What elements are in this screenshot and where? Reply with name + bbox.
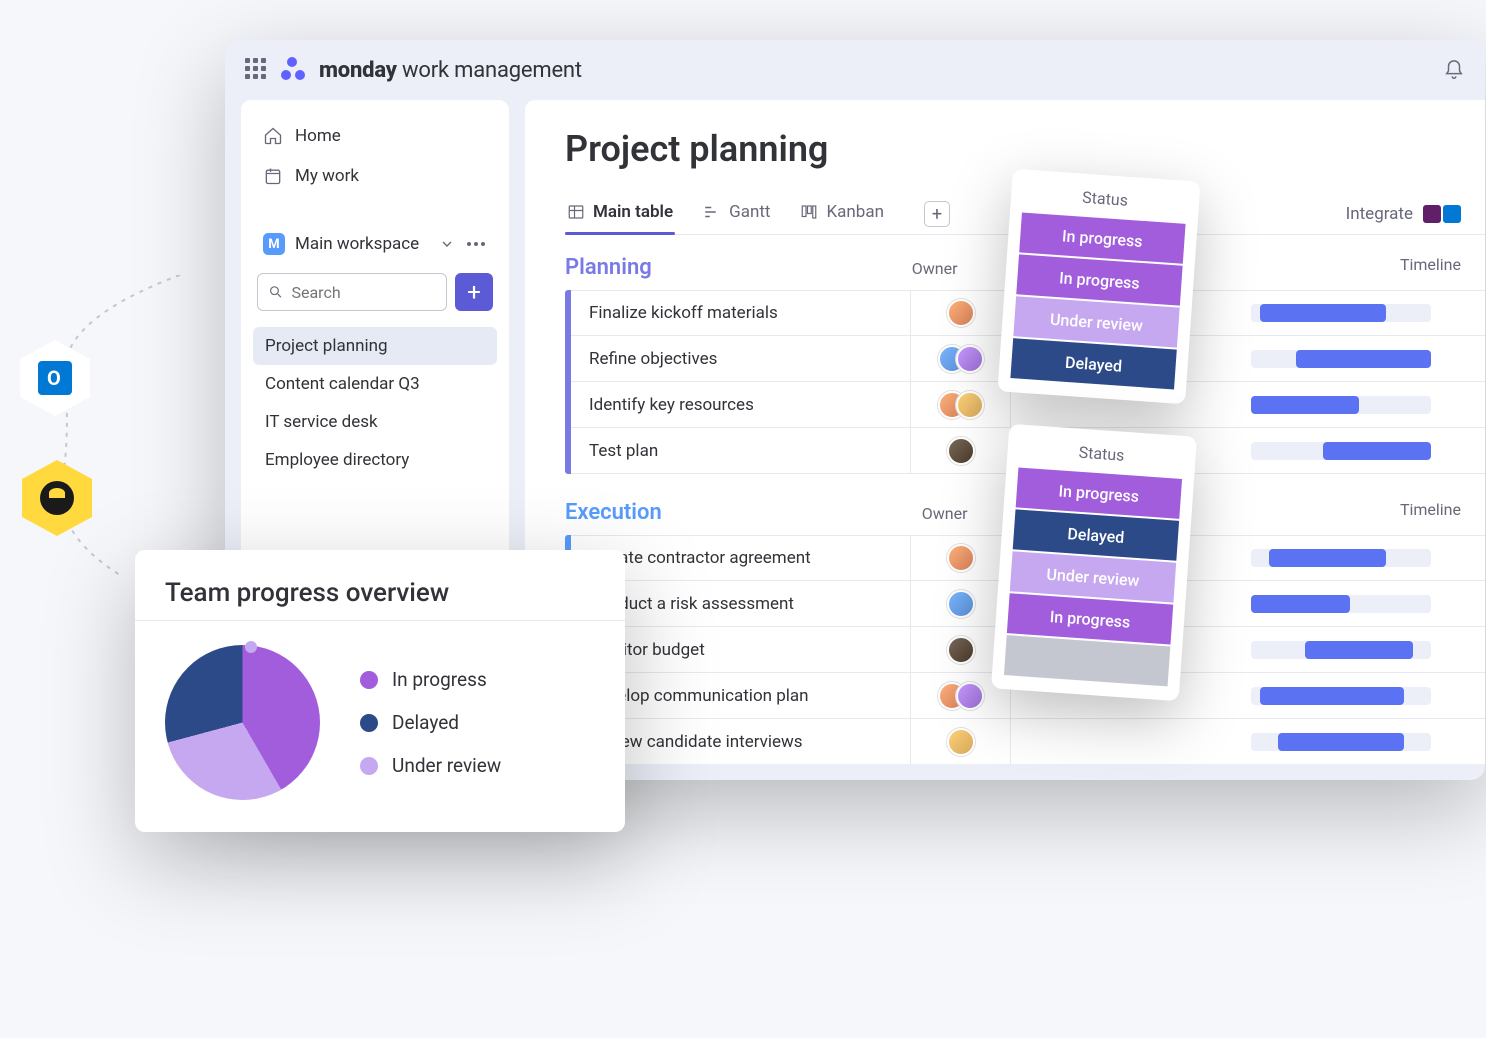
microsoft-icon <box>1443 205 1461 223</box>
group-execution-title[interactable]: Execution <box>565 500 662 525</box>
board-item-2[interactable]: IT service desk <box>253 403 497 441</box>
search-icon <box>268 283 283 301</box>
integration-connector <box>30 275 210 585</box>
owner-cell[interactable] <box>911 536 1011 580</box>
owner-cell[interactable] <box>911 382 1011 427</box>
legend-label: Under review <box>392 754 501 777</box>
status-card-1: Status In progressIn progressUnder revie… <box>997 169 1200 405</box>
avatar <box>947 636 975 664</box>
app-switcher-icon[interactable] <box>245 58 269 82</box>
workspace-name: Main workspace <box>295 234 429 254</box>
owner-cell[interactable] <box>911 336 1011 381</box>
team-progress-card: Team progress overview In progress Delaye… <box>135 550 625 832</box>
legend-label: In progress <box>392 668 487 691</box>
avatar <box>947 728 975 756</box>
legend-item: Delayed <box>360 711 501 734</box>
owner-cell[interactable] <box>911 428 1011 473</box>
slack-icon <box>1423 205 1441 223</box>
column-owner-header-2: Owner <box>922 504 968 523</box>
logo-icon <box>281 57 307 83</box>
avatar <box>947 299 975 327</box>
task-name-cell[interactable]: Refine objectives <box>571 336 911 381</box>
column-timeline-header: Timeline <box>1400 255 1461 274</box>
nav-mywork-label: My work <box>295 166 359 186</box>
column-timeline-header-2: Timeline <box>1400 500 1461 519</box>
avatar <box>947 590 975 618</box>
topbar: monday work management <box>225 40 1485 100</box>
task-name-cell[interactable]: Identify key resources <box>571 382 911 427</box>
integrate-button[interactable]: Integrate <box>1346 204 1485 224</box>
tab-main-table[interactable]: Main table <box>565 194 675 234</box>
group-planning-title[interactable]: Planning <box>565 255 652 280</box>
workspace-more-icon[interactable] <box>465 242 487 246</box>
board-item-1[interactable]: Content calendar Q3 <box>253 365 497 403</box>
chevron-down-icon <box>439 236 455 252</box>
task-name-cell[interactable]: Finalize kickoff materials <box>571 291 911 335</box>
workspace-selector[interactable]: M Main workspace <box>253 227 497 261</box>
nav-home-label: Home <box>295 126 341 146</box>
avatar <box>956 682 984 710</box>
status-card-2-title: Status <box>1019 439 1184 469</box>
home-icon <box>263 126 283 146</box>
integrate-icons <box>1423 205 1461 223</box>
avatar <box>947 437 975 465</box>
gantt-icon <box>703 203 721 221</box>
legend-dot <box>360 714 378 732</box>
add-view-button[interactable]: + <box>924 201 950 227</box>
progress-donut-chart <box>165 645 320 800</box>
owner-cell[interactable] <box>911 719 1011 764</box>
legend-dot <box>360 671 378 689</box>
kanban-icon <box>800 203 818 221</box>
tab-gantt[interactable]: Gantt <box>701 194 772 234</box>
notifications-icon[interactable] <box>1443 59 1465 81</box>
legend-label: Delayed <box>392 711 459 734</box>
status-card-1-title: Status <box>1023 184 1188 214</box>
page-title: Project planning <box>565 128 1485 170</box>
avatar <box>956 345 984 373</box>
mywork-icon <box>263 166 283 186</box>
nav-mywork[interactable]: My work <box>253 158 497 194</box>
team-progress-title: Team progress overview <box>165 578 595 608</box>
table-row[interactable]: Review candidate interviews <box>571 719 1485 764</box>
add-board-button[interactable]: + <box>455 273 493 311</box>
board-item-3[interactable]: Employee directory <box>253 441 497 479</box>
tab-kanban[interactable]: Kanban <box>798 194 885 234</box>
nav-home[interactable]: Home <box>253 118 497 154</box>
workspace-badge: M <box>263 233 285 255</box>
legend-item: Under review <box>360 754 501 777</box>
timeline-cell[interactable] <box>1011 719 1485 764</box>
progress-legend: In progress Delayed Under review <box>360 668 501 777</box>
task-name-cell[interactable]: Test plan <box>571 428 911 473</box>
sidebar-search[interactable] <box>257 273 447 311</box>
legend-item: In progress <box>360 668 501 691</box>
avatar <box>947 544 975 572</box>
legend-dot <box>360 757 378 775</box>
avatar <box>956 391 984 419</box>
search-input[interactable] <box>291 283 436 302</box>
board-item-0[interactable]: Project planning <box>253 327 497 365</box>
brand-title: monday work management <box>319 58 582 83</box>
table-icon <box>567 203 585 221</box>
column-owner-header: Owner <box>912 259 958 278</box>
status-card-2: Status In progressDelayedUnder reviewIn … <box>991 424 1197 701</box>
owner-cell[interactable] <box>911 291 1011 335</box>
